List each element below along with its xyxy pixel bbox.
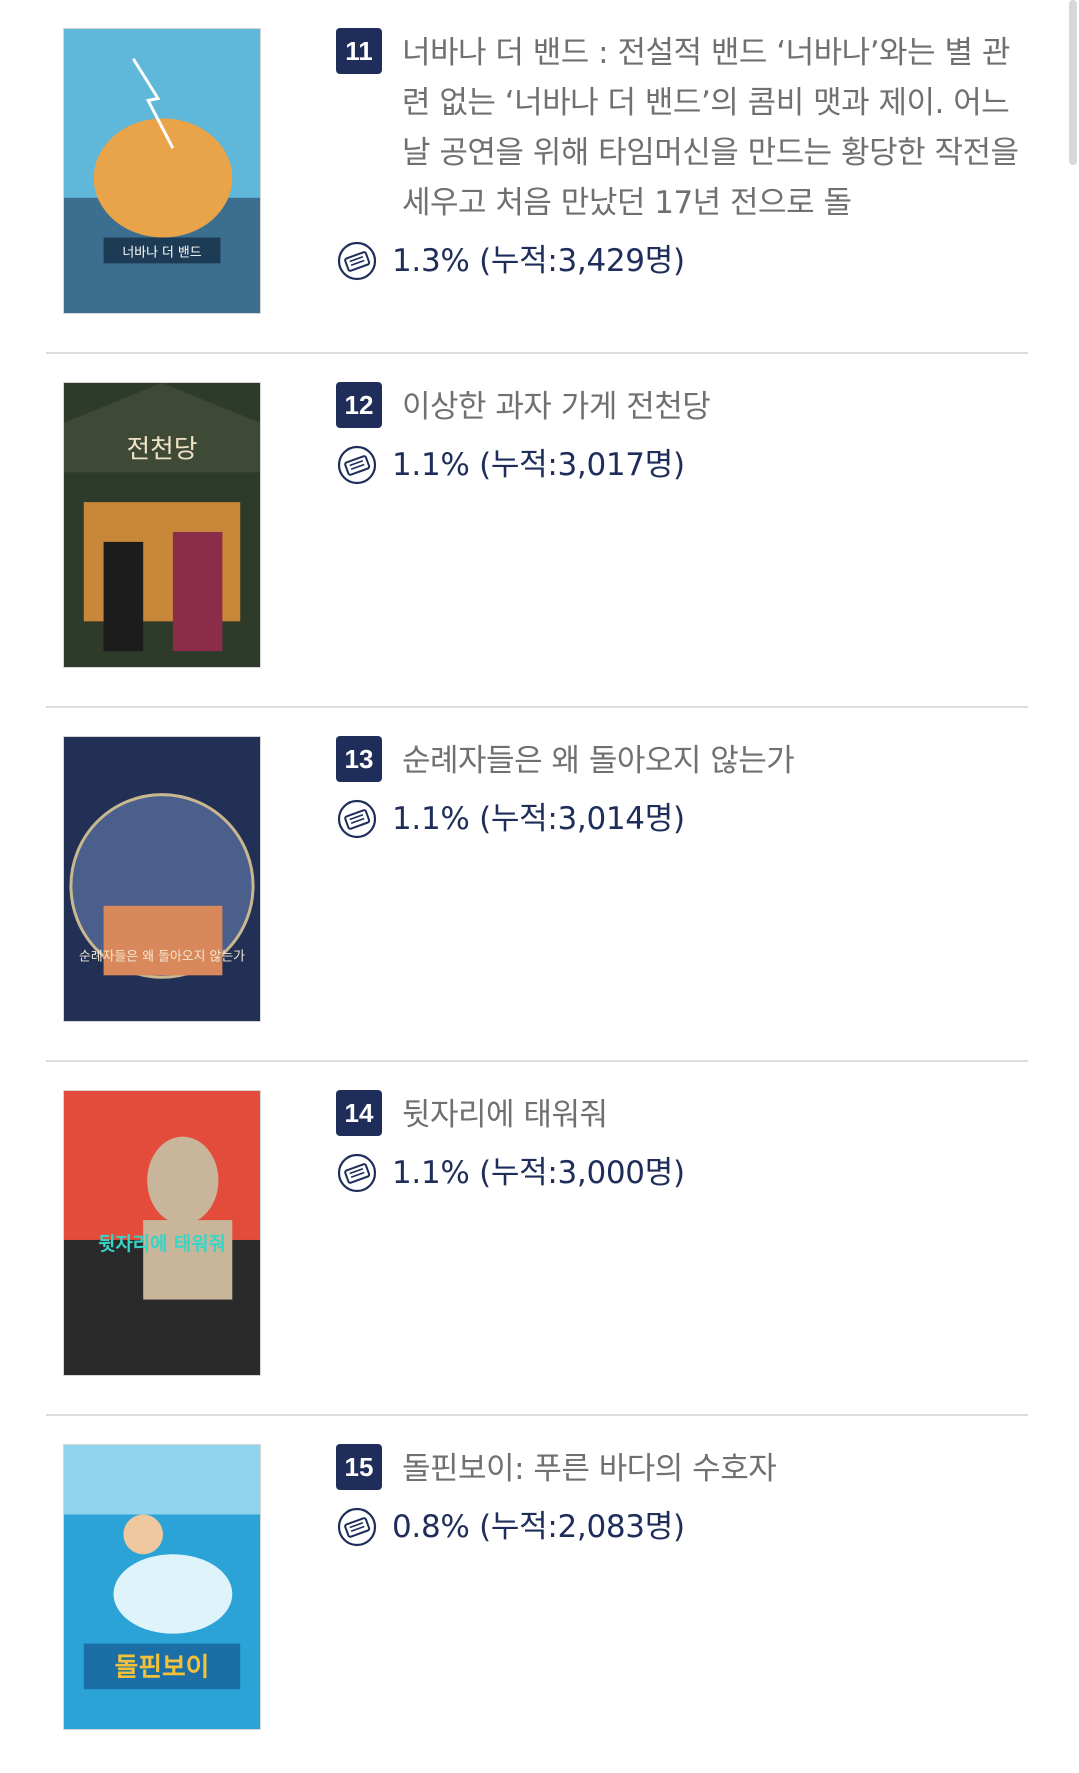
audience-share: 1.1% (누적:3,014명) bbox=[392, 801, 685, 837]
poster-title: 뒷자리에 태워줘 bbox=[98, 1233, 226, 1255]
list-item[interactable]: 전천당 12 이상한 과자 가게 전천당 1.1% (누적:3,017명) bbox=[46, 354, 1028, 708]
audience-share: 0.8% (누적:2,083명) bbox=[392, 1509, 685, 1545]
box-office-list: 너바나 더 밴드 11 너바나 더 밴드 : 전설적 밴드 ‘너바나’와는 별 … bbox=[46, 0, 1028, 1770]
ticket-icon bbox=[336, 1152, 378, 1194]
stat-row: 0.8% (누적:2,083명) bbox=[336, 1504, 1026, 1550]
rank-badge: 11 bbox=[336, 28, 382, 74]
stat-row: 1.1% (누적:3,014명) bbox=[336, 796, 1026, 842]
rank-badge: 12 bbox=[336, 382, 382, 428]
audience-share: 1.1% (누적:3,000명) bbox=[392, 1155, 685, 1191]
ticket-icon bbox=[336, 1506, 378, 1548]
movie-title[interactable]: 이상한 과자 가게 전천당 bbox=[402, 382, 1026, 432]
list-item[interactable]: 뒷자리에 태워줘 14 뒷자리에 태워줘 1.1% (누적:3,000명) bbox=[46, 1062, 1028, 1416]
poster-title: 전천당 bbox=[126, 434, 197, 464]
movie-poster[interactable]: 순례자들은 왜 돌아오지 않는가 bbox=[63, 736, 261, 1022]
movie-info: 15 돌핀보이: 푸른 바다의 수호자 0.8% (누적:2,083명) bbox=[336, 1444, 1026, 1550]
movie-poster[interactable]: 뒷자리에 태워줘 bbox=[63, 1090, 261, 1376]
list-item[interactable]: 너바나 더 밴드 11 너바나 더 밴드 : 전설적 밴드 ‘너바나’와는 별 … bbox=[46, 0, 1028, 354]
list-item[interactable]: 순례자들은 왜 돌아오지 않는가 13 순례자들은 왜 돌아오지 않는가 1.1… bbox=[46, 708, 1028, 1062]
movie-info: 14 뒷자리에 태워줘 1.1% (누적:3,000명) bbox=[336, 1090, 1026, 1196]
poster-title: 돌핀보이 bbox=[115, 1652, 210, 1682]
title-row: 13 순례자들은 왜 돌아오지 않는가 bbox=[336, 736, 1026, 786]
rank-badge: 13 bbox=[336, 736, 382, 782]
ticket-icon bbox=[336, 798, 378, 840]
audience-share: 1.1% (누적:3,017명) bbox=[392, 447, 685, 483]
audience-share: 1.3% (누적:3,429명) bbox=[392, 243, 685, 279]
movie-poster[interactable]: 돌핀보이 bbox=[63, 1444, 261, 1730]
title-row: 12 이상한 과자 가게 전천당 bbox=[336, 382, 1026, 432]
stat-row: 1.3% (누적:3,429명) bbox=[336, 238, 1026, 284]
ticket-icon bbox=[336, 240, 378, 282]
rank-badge: 14 bbox=[336, 1090, 382, 1136]
scrollbar[interactable] bbox=[1069, 0, 1077, 165]
stat-row: 1.1% (누적:3,000명) bbox=[336, 1150, 1026, 1196]
poster-title: 너바나 더 밴드 bbox=[122, 245, 201, 260]
movie-title[interactable]: 뒷자리에 태워줘 bbox=[402, 1090, 1026, 1140]
movie-poster[interactable]: 전천당 bbox=[63, 382, 261, 668]
movie-title[interactable]: 돌핀보이: 푸른 바다의 수호자 bbox=[402, 1444, 1026, 1494]
title-row: 14 뒷자리에 태워줘 bbox=[336, 1090, 1026, 1140]
title-row: 15 돌핀보이: 푸른 바다의 수호자 bbox=[336, 1444, 1026, 1494]
movie-info: 11 너바나 더 밴드 : 전설적 밴드 ‘너바나’와는 별 관련 없는 ‘너바… bbox=[336, 28, 1026, 284]
movie-title[interactable]: 너바나 더 밴드 : 전설적 밴드 ‘너바나’와는 별 관련 없는 ‘너바나 더… bbox=[402, 28, 1026, 228]
movie-info: 12 이상한 과자 가게 전천당 1.1% (누적:3,017명) bbox=[336, 382, 1026, 488]
movie-poster[interactable]: 너바나 더 밴드 bbox=[63, 28, 261, 314]
stat-row: 1.1% (누적:3,017명) bbox=[336, 442, 1026, 488]
movie-info: 13 순례자들은 왜 돌아오지 않는가 1.1% (누적:3,014명) bbox=[336, 736, 1026, 842]
movie-title[interactable]: 순례자들은 왜 돌아오지 않는가 bbox=[402, 736, 1026, 786]
title-row: 11 너바나 더 밴드 : 전설적 밴드 ‘너바나’와는 별 관련 없는 ‘너바… bbox=[336, 28, 1026, 228]
ticket-icon bbox=[336, 444, 378, 486]
list-item[interactable]: 돌핀보이 15 돌핀보이: 푸른 바다의 수호자 0.8% (누적:2,083명… bbox=[46, 1416, 1028, 1770]
poster-title: 순례자들은 왜 돌아오지 않는가 bbox=[79, 949, 245, 964]
rank-badge: 15 bbox=[336, 1444, 382, 1490]
